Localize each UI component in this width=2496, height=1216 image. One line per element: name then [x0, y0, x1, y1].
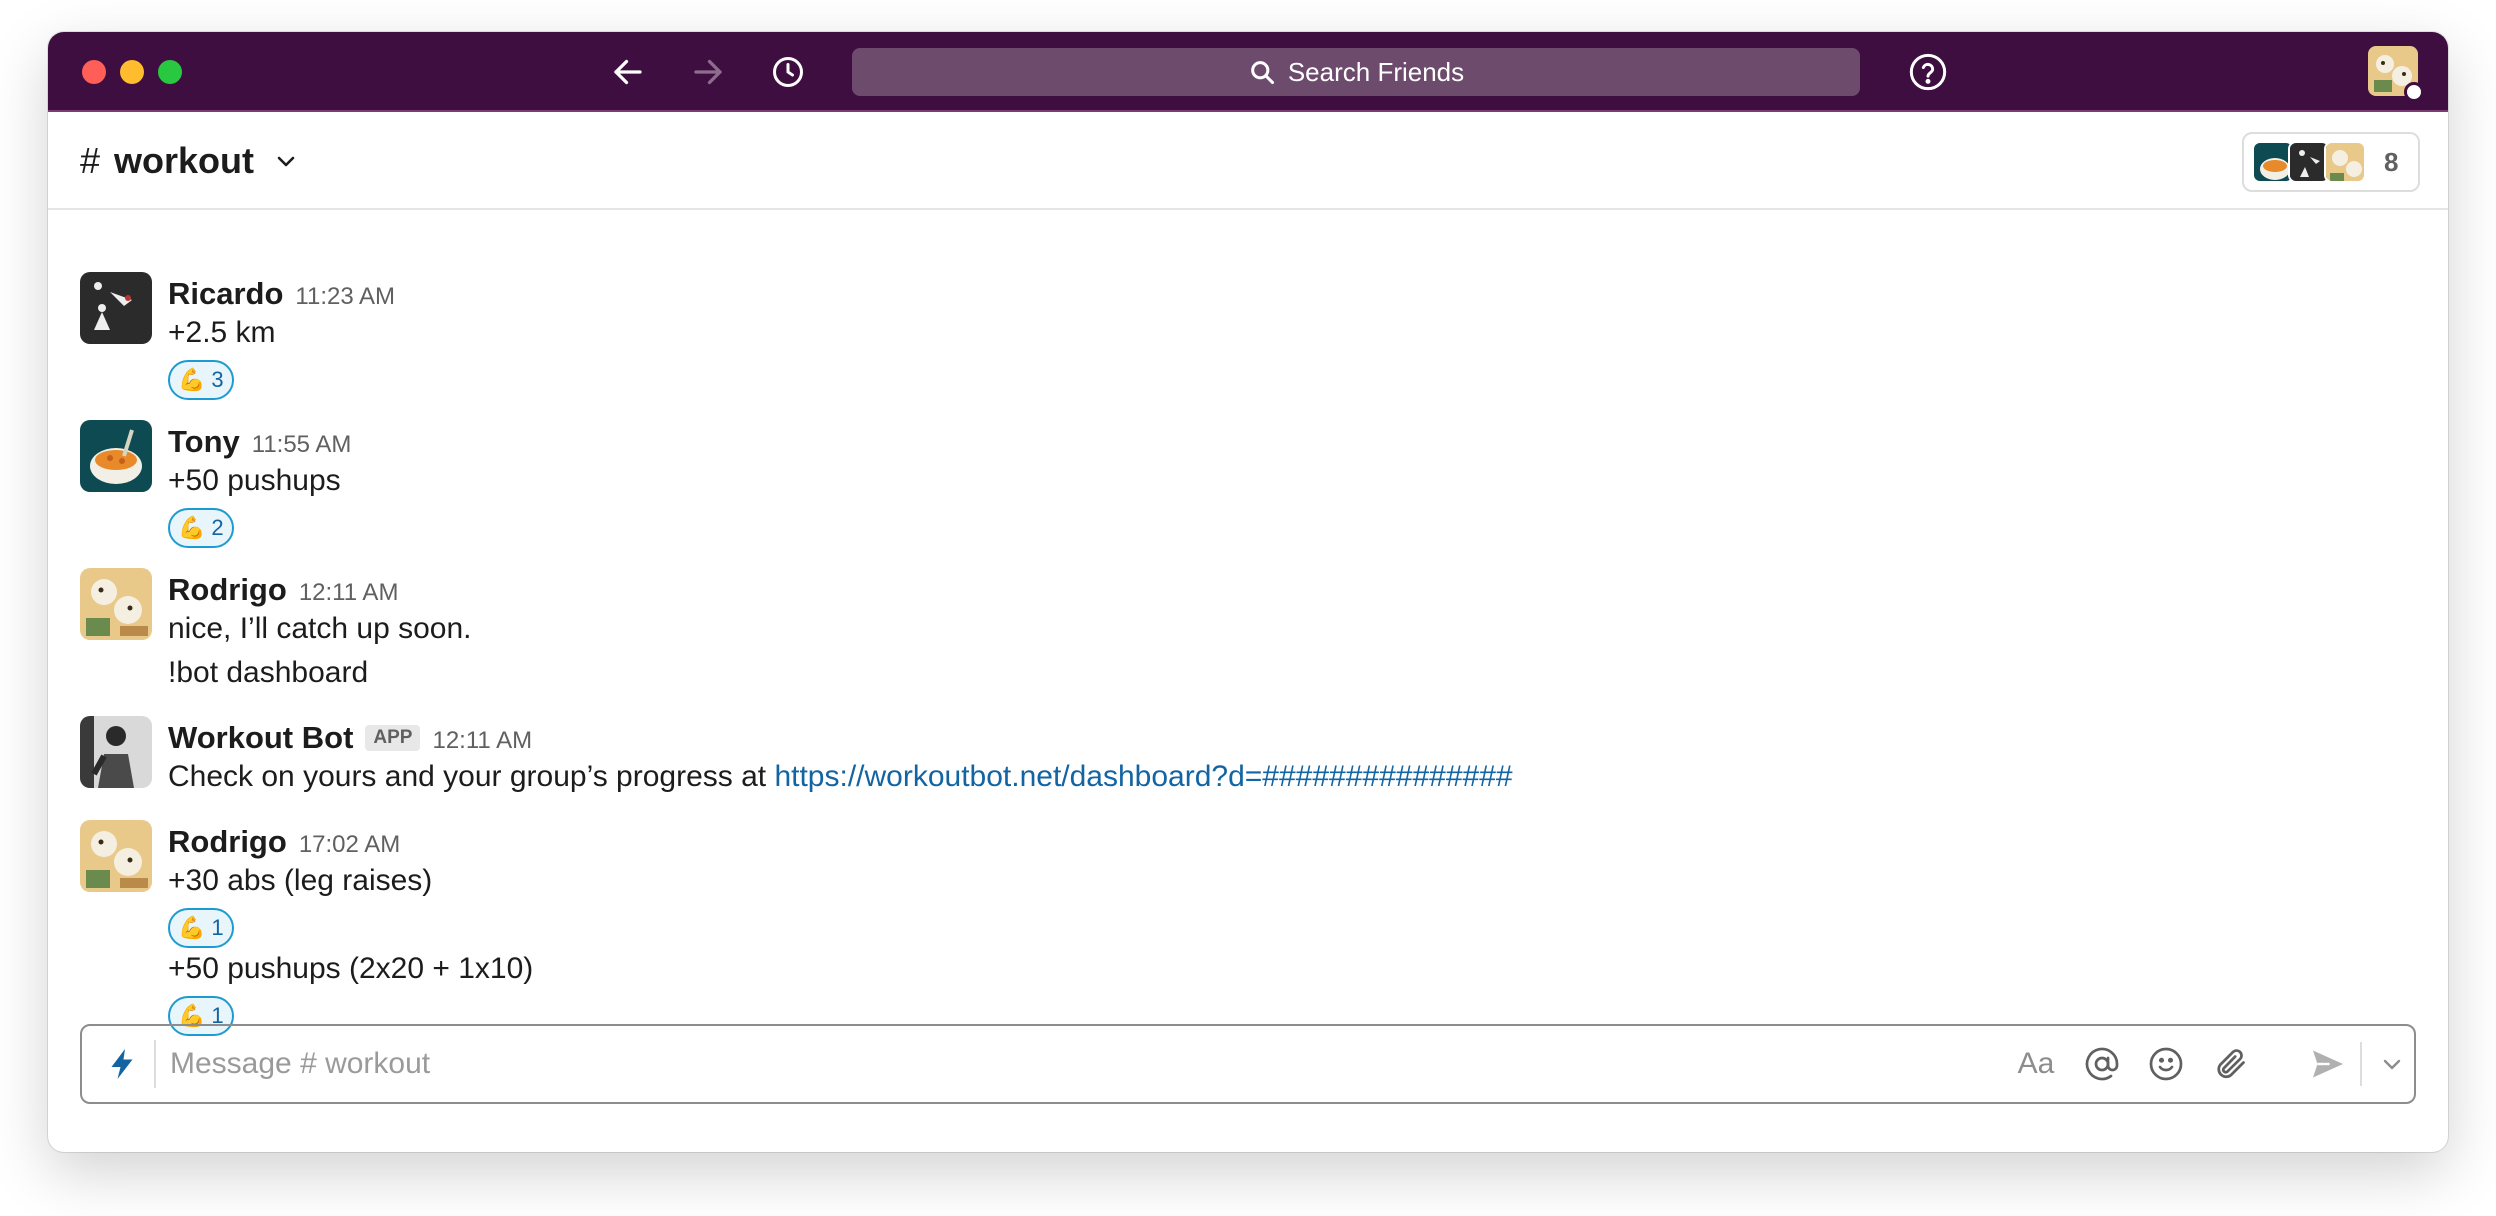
- flexed-biceps-icon: 💪: [178, 515, 206, 540]
- member-avatar: [2324, 141, 2366, 183]
- minimize-window-button[interactable]: [120, 60, 144, 84]
- message-text: +50 pushups: [168, 464, 341, 497]
- clock-icon: [773, 57, 803, 87]
- message-author[interactable]: Rodrigo: [168, 824, 287, 860]
- lightning-bolt-icon: [111, 1049, 133, 1079]
- flexed-biceps-icon: 💪: [178, 915, 206, 940]
- channel-header: # workout 8: [48, 112, 2448, 210]
- reaction-count: 1: [211, 915, 224, 940]
- search-icon: [1250, 61, 1274, 85]
- chevron-down-icon: [277, 156, 295, 167]
- message-text: nice, I’ll catch up soon.: [168, 612, 472, 645]
- message-text: +50 pushups (2x20 + 1x10): [168, 952, 534, 985]
- divider: [2360, 1042, 2362, 1086]
- help-button[interactable]: [1908, 52, 1948, 92]
- message-input[interactable]: [170, 1038, 2070, 1090]
- paperclip-icon: [2217, 1049, 2245, 1079]
- member-count: 8: [2384, 146, 2399, 177]
- send-options-button[interactable]: [2372, 1044, 2412, 1084]
- reaction-button[interactable]: 💪 2: [168, 508, 234, 548]
- message-text: +2.5 km: [168, 316, 276, 349]
- message-text: !bot dashboard: [168, 656, 369, 689]
- author-avatar[interactable]: [80, 272, 152, 344]
- attach-button[interactable]: [2210, 1044, 2250, 1084]
- author-avatar[interactable]: [80, 420, 152, 492]
- message-timestamp[interactable]: 11:55 AM: [252, 431, 352, 459]
- message-author[interactable]: Workout Bot: [168, 720, 353, 756]
- message-text: +30 abs (leg raises): [168, 864, 433, 897]
- text-format-icon: Aa: [2017, 1047, 2055, 1080]
- message-text-prefix: Check on yours and your group’s progress…: [168, 760, 775, 793]
- message-timestamp[interactable]: 12:11 AM: [432, 727, 532, 755]
- smiley-icon: [2149, 1047, 2183, 1081]
- message-timestamp[interactable]: 17:02 AM: [299, 831, 400, 859]
- app-badge: APP: [365, 725, 421, 751]
- search-bar[interactable]: Search Friends: [852, 48, 1860, 96]
- reaction-button[interactable]: 💪 1: [168, 908, 234, 948]
- send-icon: [2313, 1050, 2343, 1078]
- formatting-button[interactable]: Aa: [2016, 1044, 2056, 1084]
- maximize-window-button[interactable]: [158, 60, 182, 84]
- search-placeholder: Search Friends: [1287, 56, 1465, 87]
- message-author[interactable]: Ricardo: [168, 276, 283, 312]
- reaction-button[interactable]: 💪 3: [168, 360, 234, 400]
- reaction-count: 3: [211, 367, 224, 392]
- chevron-down-icon: [2383, 1059, 2401, 1070]
- channel-name: workout: [114, 140, 255, 181]
- message-text: Check on yours and your group’s progress…: [168, 760, 1513, 794]
- send-button[interactable]: [2308, 1044, 2348, 1084]
- back-button[interactable]: [606, 50, 650, 94]
- reaction-count: 2: [211, 515, 224, 540]
- members-button[interactable]: 8: [2242, 132, 2420, 192]
- message-timestamp[interactable]: 11:23 AM: [295, 283, 395, 311]
- at-sign-icon: [2085, 1047, 2119, 1081]
- flexed-biceps-icon: 💪: [178, 367, 206, 392]
- divider: [154, 1040, 156, 1088]
- shortcuts-button[interactable]: [104, 1046, 140, 1082]
- app-window: Search Friends # workout 8 Ricardo 11:23…: [48, 32, 2448, 1152]
- dashboard-link[interactable]: https://workoutbot.net/dashboard?d=#####…: [774, 760, 1512, 793]
- mention-button[interactable]: [2082, 1044, 2122, 1084]
- arrow-right-icon: [694, 59, 722, 85]
- title-bar: Search Friends: [48, 32, 2448, 112]
- channel-name-button[interactable]: # workout: [80, 140, 298, 182]
- user-avatar[interactable]: [2368, 46, 2424, 102]
- emoji-button[interactable]: [2146, 1044, 2186, 1084]
- author-avatar[interactable]: [80, 568, 152, 640]
- history-button[interactable]: [766, 50, 810, 94]
- forward-button[interactable]: [686, 50, 730, 94]
- message-composer: Aa: [80, 1024, 2416, 1104]
- help-icon: [1909, 53, 1947, 91]
- close-window-button[interactable]: [82, 60, 106, 84]
- message-author[interactable]: Tony: [168, 424, 240, 460]
- author-avatar[interactable]: [80, 820, 152, 892]
- message-author[interactable]: Rodrigo: [168, 572, 287, 608]
- status-indicator: [2404, 82, 2424, 102]
- message-list: Ricardo 11:23 AM +2.5 km 💪 3 Tony 11:55 …: [48, 212, 2448, 1036]
- message-timestamp[interactable]: 12:11 AM: [299, 579, 399, 607]
- author-avatar[interactable]: [80, 716, 152, 788]
- channel-hash-icon: #: [80, 140, 101, 181]
- arrow-left-icon: [614, 59, 642, 85]
